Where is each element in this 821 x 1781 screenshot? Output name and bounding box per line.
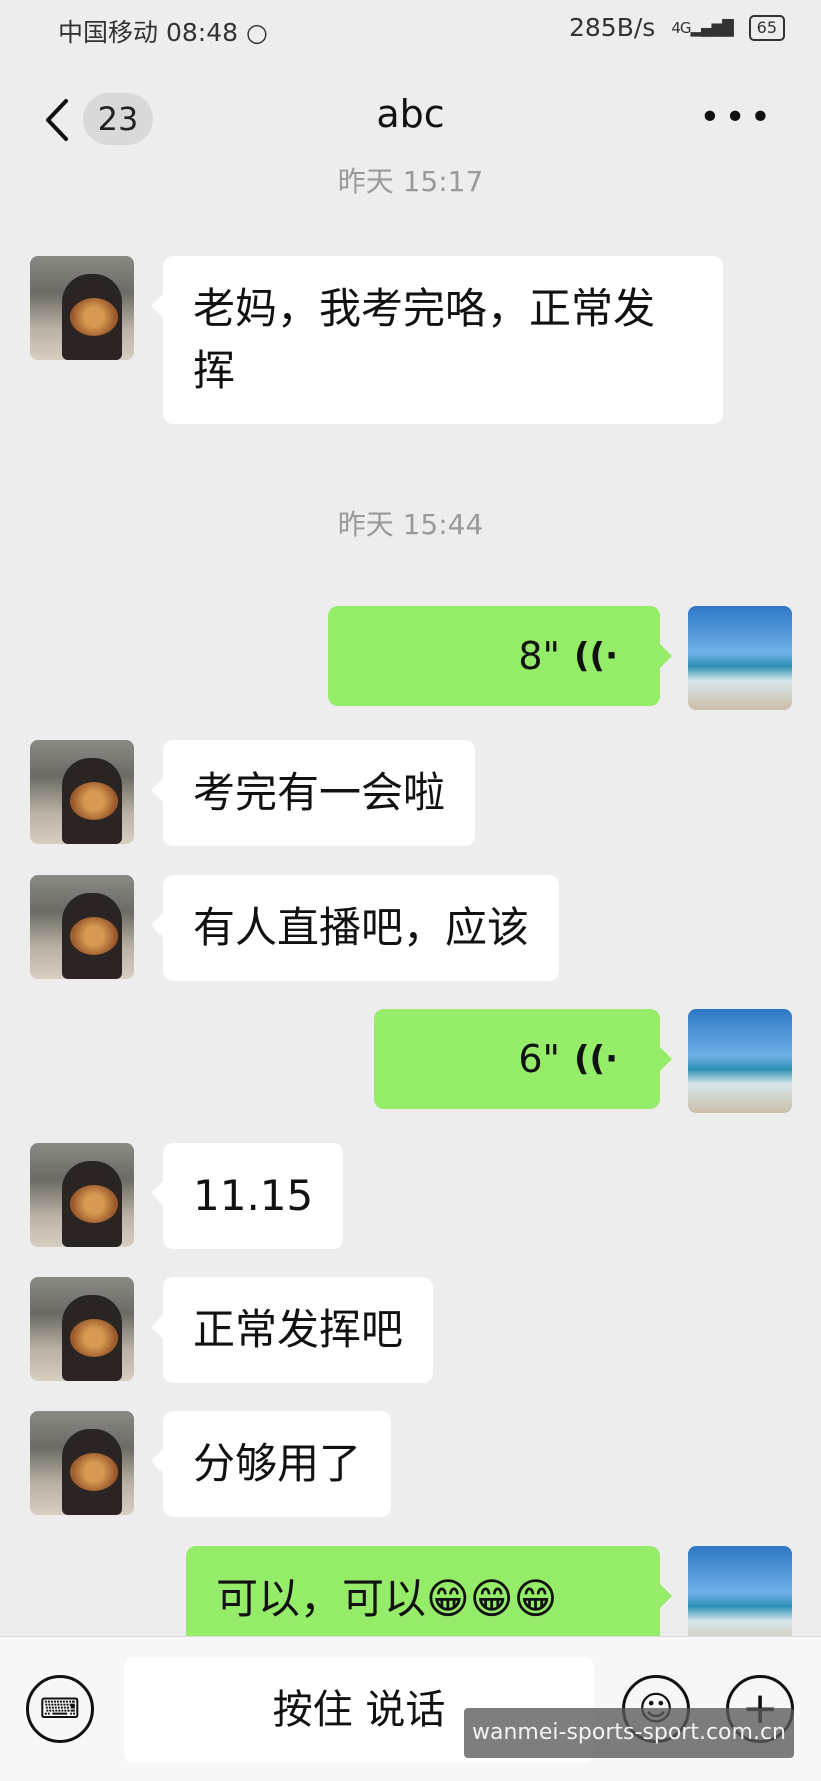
- chat-title: abc: [376, 92, 445, 136]
- status-bar: 中国移动 08:48 ○ 285B/s 4G▂▄▆█ 65: [0, 0, 821, 56]
- contact-avatar[interactable]: [30, 1143, 134, 1247]
- incoming-message[interactable]: 11.15: [150, 1143, 344, 1249]
- contact-avatar[interactable]: [30, 875, 134, 979]
- my-avatar[interactable]: [688, 1009, 792, 1113]
- network-speed: 285B/s: [568, 13, 656, 42]
- incoming-message[interactable]: 正常发挥吧: [150, 1277, 434, 1383]
- keyboard-icon[interactable]: ⌨: [26, 1675, 94, 1743]
- carrier-label: 中国移动: [58, 18, 159, 47]
- outgoing-voice-message[interactable]: 6" ((·: [374, 1009, 672, 1109]
- voice-duration: 8": [518, 634, 560, 678]
- status-left: 中国移动 08:48 ○: [58, 13, 268, 49]
- incoming-message[interactable]: 有人直播吧，应该: [150, 875, 560, 981]
- my-avatar[interactable]: [688, 1546, 792, 1650]
- contact-avatar[interactable]: [30, 256, 134, 360]
- incoming-message[interactable]: 老妈，我考完咯，正常发挥: [151, 256, 723, 424]
- voice-wave-icon: ((·: [574, 636, 618, 676]
- timestamp: 昨天 15:17: [337, 165, 484, 198]
- contact-avatar[interactable]: [30, 1277, 134, 1381]
- battery-icon: 65: [748, 14, 785, 41]
- clock: 08:48: [165, 18, 239, 47]
- sync-icon: ○: [245, 18, 268, 47]
- contact-avatar[interactable]: [30, 1411, 134, 1515]
- voice-duration: 6": [518, 1037, 560, 1081]
- more-icon[interactable]: •••: [699, 100, 775, 136]
- chat-header: 23 abc •••: [0, 70, 821, 170]
- voice-wave-icon: ((·: [574, 1039, 618, 1079]
- outgoing-voice-message[interactable]: 8" ((·: [328, 606, 672, 706]
- watermark: wanmei-sports-sport.com.cn: [464, 1708, 794, 1758]
- signal-icon: 4G▂▄▆█: [671, 18, 733, 37]
- status-right: 285B/s 4G▂▄▆█ 65: [569, 13, 785, 42]
- my-avatar[interactable]: [688, 606, 792, 710]
- timestamp: 昨天 15:44: [337, 508, 484, 541]
- contact-avatar[interactable]: [30, 740, 134, 844]
- incoming-message[interactable]: 分够用了: [150, 1411, 392, 1517]
- incoming-message[interactable]: 考完有一会啦: [150, 740, 476, 846]
